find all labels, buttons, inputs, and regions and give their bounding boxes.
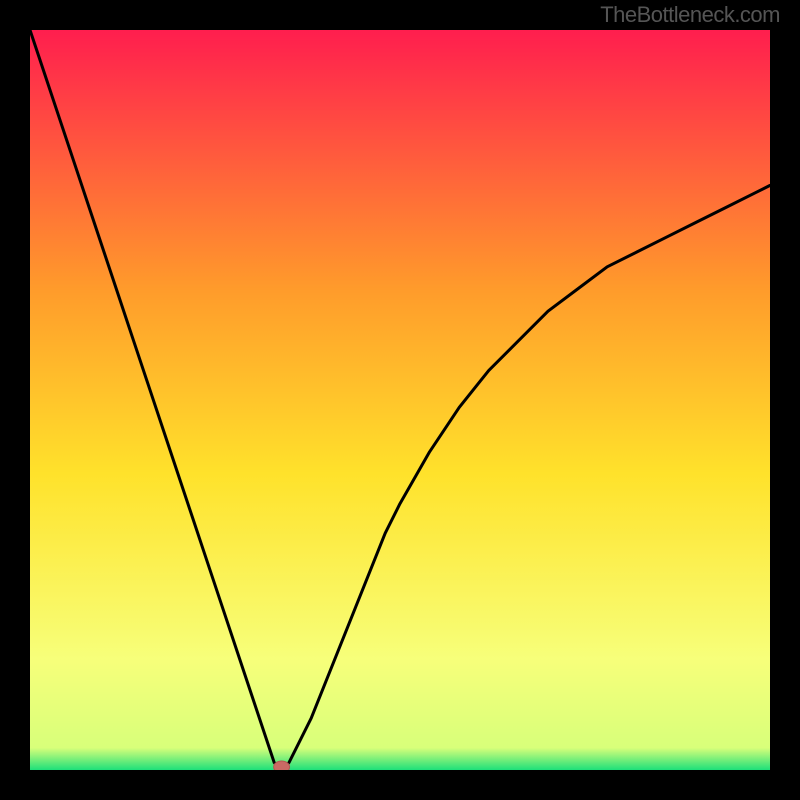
- gradient-background: [30, 30, 770, 770]
- chart-frame: TheBottleneck.com: [0, 0, 800, 800]
- bottleneck-plot: [30, 30, 770, 770]
- watermark-text: TheBottleneck.com: [600, 2, 780, 28]
- optimal-marker: [274, 761, 290, 770]
